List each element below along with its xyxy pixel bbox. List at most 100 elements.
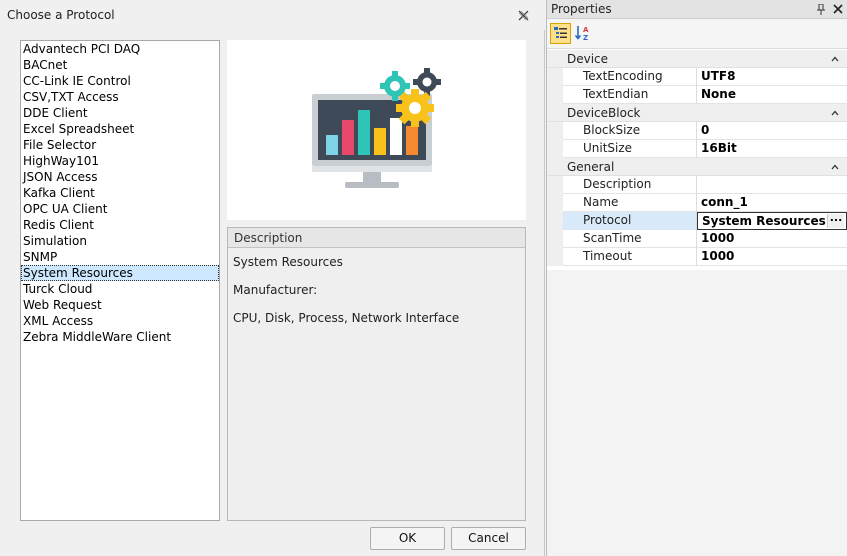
category-row-device[interactable]: Device bbox=[547, 50, 847, 68]
property-value[interactable]: 16Bit bbox=[697, 140, 847, 158]
description-panel: Description System Resources Manufacture… bbox=[227, 227, 526, 521]
property-value-text: None bbox=[701, 87, 736, 101]
property-value-text: 1000 bbox=[701, 249, 735, 263]
property-value[interactable]: 1000 bbox=[697, 248, 847, 266]
protocol-list-item[interactable]: DDE Client bbox=[21, 105, 219, 121]
property-value-text: 1000 bbox=[701, 231, 735, 245]
property-name[interactable]: Description bbox=[563, 176, 697, 194]
property-value-text: UTF8 bbox=[701, 69, 736, 83]
protocol-list-item[interactable]: Kafka Client bbox=[21, 185, 219, 201]
property-name[interactable]: TextEndian bbox=[563, 86, 697, 104]
property-gutter bbox=[547, 140, 563, 158]
close-x-icon[interactable] bbox=[517, 9, 530, 22]
close-icon[interactable] bbox=[833, 4, 843, 14]
protocol-list-item[interactable]: Turck Cloud bbox=[21, 281, 219, 297]
ok-button[interactable]: OK bbox=[370, 527, 445, 550]
property-name[interactable]: UnitSize bbox=[563, 140, 697, 158]
property-row-unitsize[interactable]: UnitSize 16Bit bbox=[547, 140, 847, 158]
properties-toolbar: A Z bbox=[547, 19, 847, 49]
protocol-list-item[interactable]: System Resources bbox=[21, 265, 219, 281]
property-value[interactable]: None bbox=[697, 86, 847, 104]
protocol-list-item[interactable]: Redis Client bbox=[21, 217, 219, 233]
property-row-scantime[interactable]: ScanTime 1000 bbox=[547, 230, 847, 248]
category-label: General bbox=[567, 160, 615, 174]
chevron-up-icon[interactable] bbox=[831, 56, 839, 62]
property-row-timeout[interactable]: Timeout 1000 bbox=[547, 248, 847, 266]
ellipsis-button[interactable]: ... bbox=[827, 212, 844, 228]
property-name[interactable]: Protocol bbox=[563, 212, 697, 230]
category-row-deviceblock[interactable]: DeviceBlock bbox=[547, 104, 847, 122]
protocol-list-item[interactable]: CSV,TXT Access bbox=[21, 89, 219, 105]
property-gutter bbox=[547, 122, 563, 140]
property-row-name[interactable]: Name conn_1 bbox=[547, 194, 847, 212]
protocol-list-item[interactable]: BACnet bbox=[21, 57, 219, 73]
property-name[interactable]: ScanTime bbox=[563, 230, 697, 248]
protocol-list-item[interactable]: SNMP bbox=[21, 249, 219, 265]
monitor-chart-gears-illustration bbox=[312, 68, 441, 188]
protocol-list-item[interactable]: Simulation bbox=[21, 233, 219, 249]
property-value-text: System Resources bbox=[702, 214, 826, 228]
categorized-view-icon bbox=[554, 27, 567, 38]
protocol-list-item[interactable]: Web Request bbox=[21, 297, 219, 313]
protocol-list-item[interactable]: HighWay101 bbox=[21, 153, 219, 169]
description-name: System Resources bbox=[233, 255, 343, 269]
property-value[interactable]: 1000 bbox=[697, 230, 847, 248]
pin-icon[interactable] bbox=[816, 4, 826, 15]
svg-text:Z: Z bbox=[583, 34, 588, 42]
property-row-textencoding[interactable]: TextEncoding UTF8 bbox=[547, 68, 847, 86]
property-name[interactable]: TextEncoding bbox=[563, 68, 697, 86]
property-value[interactable]: conn_1 bbox=[697, 194, 847, 212]
chevron-up-icon[interactable] bbox=[831, 110, 839, 116]
alphabetical-view-button[interactable]: A Z bbox=[574, 23, 595, 44]
cancel-button[interactable]: Cancel bbox=[451, 527, 526, 550]
app-root: Choose a Protocol Advantech PCI DAQ BACne… bbox=[0, 0, 847, 556]
property-value-text: conn_1 bbox=[701, 195, 748, 209]
category-label: Device bbox=[567, 52, 609, 66]
property-grid: Device TextEncoding UTF8 TextEndian None Devi… bbox=[547, 50, 847, 266]
property-gutter bbox=[547, 68, 563, 86]
protocol-list-item[interactable]: File Selector bbox=[21, 137, 219, 153]
protocol-list-item[interactable]: XML Access bbox=[21, 313, 219, 329]
category-row-general[interactable]: General bbox=[547, 158, 847, 176]
property-name[interactable]: Name bbox=[563, 194, 697, 212]
sort-alphabetical-icon: A Z bbox=[574, 26, 589, 42]
property-row-blocksize[interactable]: BlockSize 0 bbox=[547, 122, 847, 140]
property-value[interactable] bbox=[697, 176, 847, 194]
property-value[interactable]: UTF8 bbox=[697, 68, 847, 86]
property-value[interactable]: 0 bbox=[697, 122, 847, 140]
property-row-description[interactable]: Description bbox=[547, 176, 847, 194]
property-grid-empty-area bbox=[547, 270, 847, 556]
property-gutter bbox=[547, 86, 563, 104]
categorized-view-button[interactable] bbox=[550, 23, 571, 44]
properties-title-bar: Properties bbox=[547, 0, 847, 19]
protocol-list-item[interactable]: JSON Access bbox=[21, 169, 219, 185]
property-gutter bbox=[547, 194, 563, 212]
protocol-list-item[interactable]: Advantech PCI DAQ bbox=[21, 41, 219, 57]
property-gutter bbox=[547, 230, 563, 248]
property-gutter bbox=[547, 176, 563, 194]
protocol-list-item[interactable]: Excel Spreadsheet bbox=[21, 121, 219, 137]
properties-panel: Properties A Z Device TextEncoding UTF8 … bbox=[546, 0, 847, 556]
property-gutter bbox=[547, 212, 563, 230]
properties-title: Properties bbox=[551, 2, 612, 16]
property-name[interactable]: BlockSize bbox=[563, 122, 697, 140]
protocol-list-item[interactable]: Zebra MiddleWare Client bbox=[21, 329, 219, 345]
property-value[interactable]: System Resources... bbox=[697, 212, 847, 230]
description-details: CPU, Disk, Process, Network Interface bbox=[233, 311, 460, 325]
property-name[interactable]: Timeout bbox=[563, 248, 697, 266]
property-value-text: 0 bbox=[701, 123, 710, 137]
dialog-title: Choose a Protocol bbox=[7, 8, 115, 22]
chevron-up-icon[interactable] bbox=[831, 164, 839, 170]
category-label: DeviceBlock bbox=[567, 106, 641, 120]
description-header: Description bbox=[228, 228, 525, 248]
protocol-list[interactable]: Advantech PCI DAQ BACnet CC-Link IE Contro… bbox=[20, 40, 220, 521]
protocol-preview-image bbox=[227, 40, 526, 220]
description-manufacturer: Manufacturer: bbox=[233, 283, 318, 297]
svg-text:A: A bbox=[583, 26, 589, 34]
property-row-protocol[interactable]: Protocol System Resources... bbox=[547, 212, 847, 230]
property-row-textendian[interactable]: TextEndian None bbox=[547, 86, 847, 104]
protocol-list-item[interactable]: OPC UA Client bbox=[21, 201, 219, 217]
property-value-text: 16Bit bbox=[701, 141, 737, 155]
property-gutter bbox=[547, 248, 563, 266]
protocol-list-item[interactable]: CC-Link IE Control bbox=[21, 73, 219, 89]
